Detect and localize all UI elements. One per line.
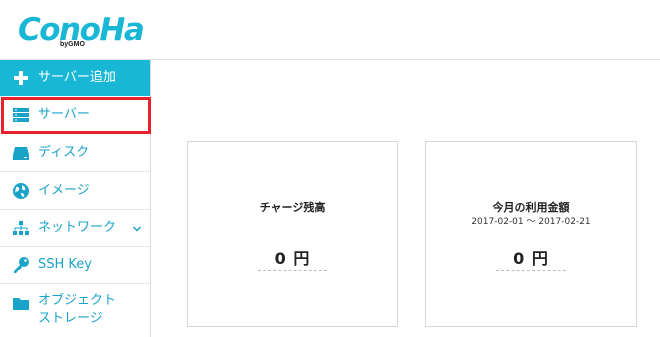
globe-icon xyxy=(10,180,32,202)
card-title: 今月の利用金額 xyxy=(492,201,570,214)
sidebar-item-label-line1: オブジェクト xyxy=(38,293,117,308)
sidebar-item-label-line2: ストレージ xyxy=(38,311,103,326)
sidebar-item-label: サーバー追加 xyxy=(38,70,116,85)
sidebar-item-disk[interactable]: ディスク xyxy=(0,134,150,172)
logo-subtext: byGMO xyxy=(60,41,85,48)
monthly-usage-amount: 0 円 xyxy=(513,249,549,268)
server-icon xyxy=(10,104,32,126)
sidebar-item-add-server[interactable]: サーバー追加 xyxy=(0,60,150,96)
plus-icon xyxy=(10,67,32,89)
top-header: ConoHa byGMO xyxy=(0,0,660,60)
sidebar-item-network[interactable]: ネットワーク xyxy=(0,210,150,247)
sidebar-item-ssh-key[interactable]: SSH Key xyxy=(0,247,150,284)
charge-balance-card: チャージ残高 0 円 xyxy=(187,141,398,327)
key-icon xyxy=(10,254,32,276)
folder-icon xyxy=(10,292,32,314)
dashed-divider xyxy=(496,270,566,271)
disk-icon xyxy=(10,142,32,164)
charge-balance-amount: 0 円 xyxy=(274,249,311,268)
sidebar-item-label: サーバー xyxy=(38,106,90,122)
sidebar-item-label: イメージ xyxy=(38,182,90,198)
card-title: チャージ残高 xyxy=(259,201,326,214)
sidebar-item-image[interactable]: イメージ xyxy=(0,172,150,210)
monthly-usage-card: 今月の利用金額 2017-02-01 ～ 2017-02-21 0 円 xyxy=(425,141,637,327)
sidebar-item-label: SSH Key xyxy=(38,257,92,272)
sidebar-item-label: ネットワーク xyxy=(38,220,117,235)
sidebar: サーバー追加 サーバー ディスク イメージ ネットワーク SSH Key オブジ… xyxy=(0,60,151,337)
usage-period: 2017-02-01 ～ 2017-02-21 xyxy=(471,217,591,227)
chevron-down-icon[interactable] xyxy=(132,223,142,233)
sidebar-item-object-storage[interactable]: オブジェクト ストレージ xyxy=(0,284,150,337)
dashed-divider xyxy=(258,270,327,271)
sidebar-item-label: オブジェクト ストレージ xyxy=(38,292,116,328)
sidebar-item-label: ディスク xyxy=(38,144,90,160)
sidebar-item-server[interactable]: サーバー xyxy=(0,96,150,134)
conoha-logo[interactable]: ConoHa byGMO xyxy=(18,8,145,52)
network-icon xyxy=(10,217,32,239)
